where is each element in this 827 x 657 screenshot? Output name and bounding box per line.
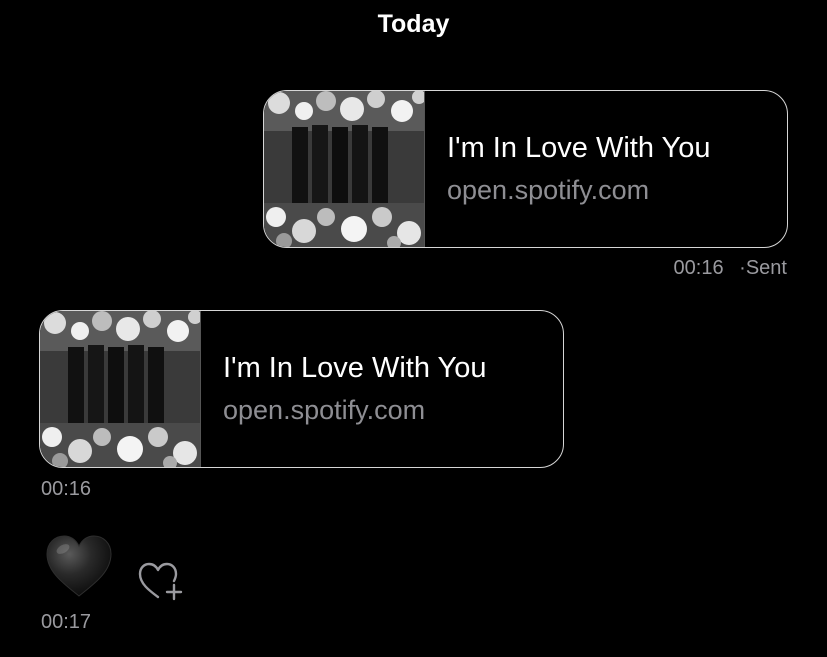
received-timestamp: 00:16	[41, 478, 92, 500]
sent-link-preview-card[interactable]: I'm In Love With You open.spotify.com	[263, 90, 788, 248]
link-title: I'm In Love With You	[223, 352, 487, 385]
date-separator: Today	[377, 10, 450, 38]
status-separator: ·	[739, 257, 746, 279]
received-link-preview-card[interactable]: I'm In Love With You open.spotify.com	[39, 310, 564, 468]
album-art-thumbnail	[264, 91, 425, 247]
album-art-thumbnail	[40, 311, 201, 467]
add-reaction-heart-icon[interactable]	[136, 559, 186, 603]
black-heart-icon[interactable]	[44, 534, 114, 600]
link-preview-text: I'm In Love With You open.spotify.com	[201, 311, 486, 467]
sent-timestamp-status: 00:16 ·Sent	[674, 257, 787, 280]
delivery-status: Sent	[745, 257, 787, 279]
link-domain: open.spotify.com	[447, 175, 650, 206]
heart-timestamp: 00:17	[41, 611, 92, 633]
link-domain: open.spotify.com	[223, 395, 426, 426]
link-preview-text: I'm In Love With You open.spotify.com	[425, 91, 710, 247]
message-time: 00:16	[673, 257, 724, 279]
link-title: I'm In Love With You	[447, 132, 711, 165]
